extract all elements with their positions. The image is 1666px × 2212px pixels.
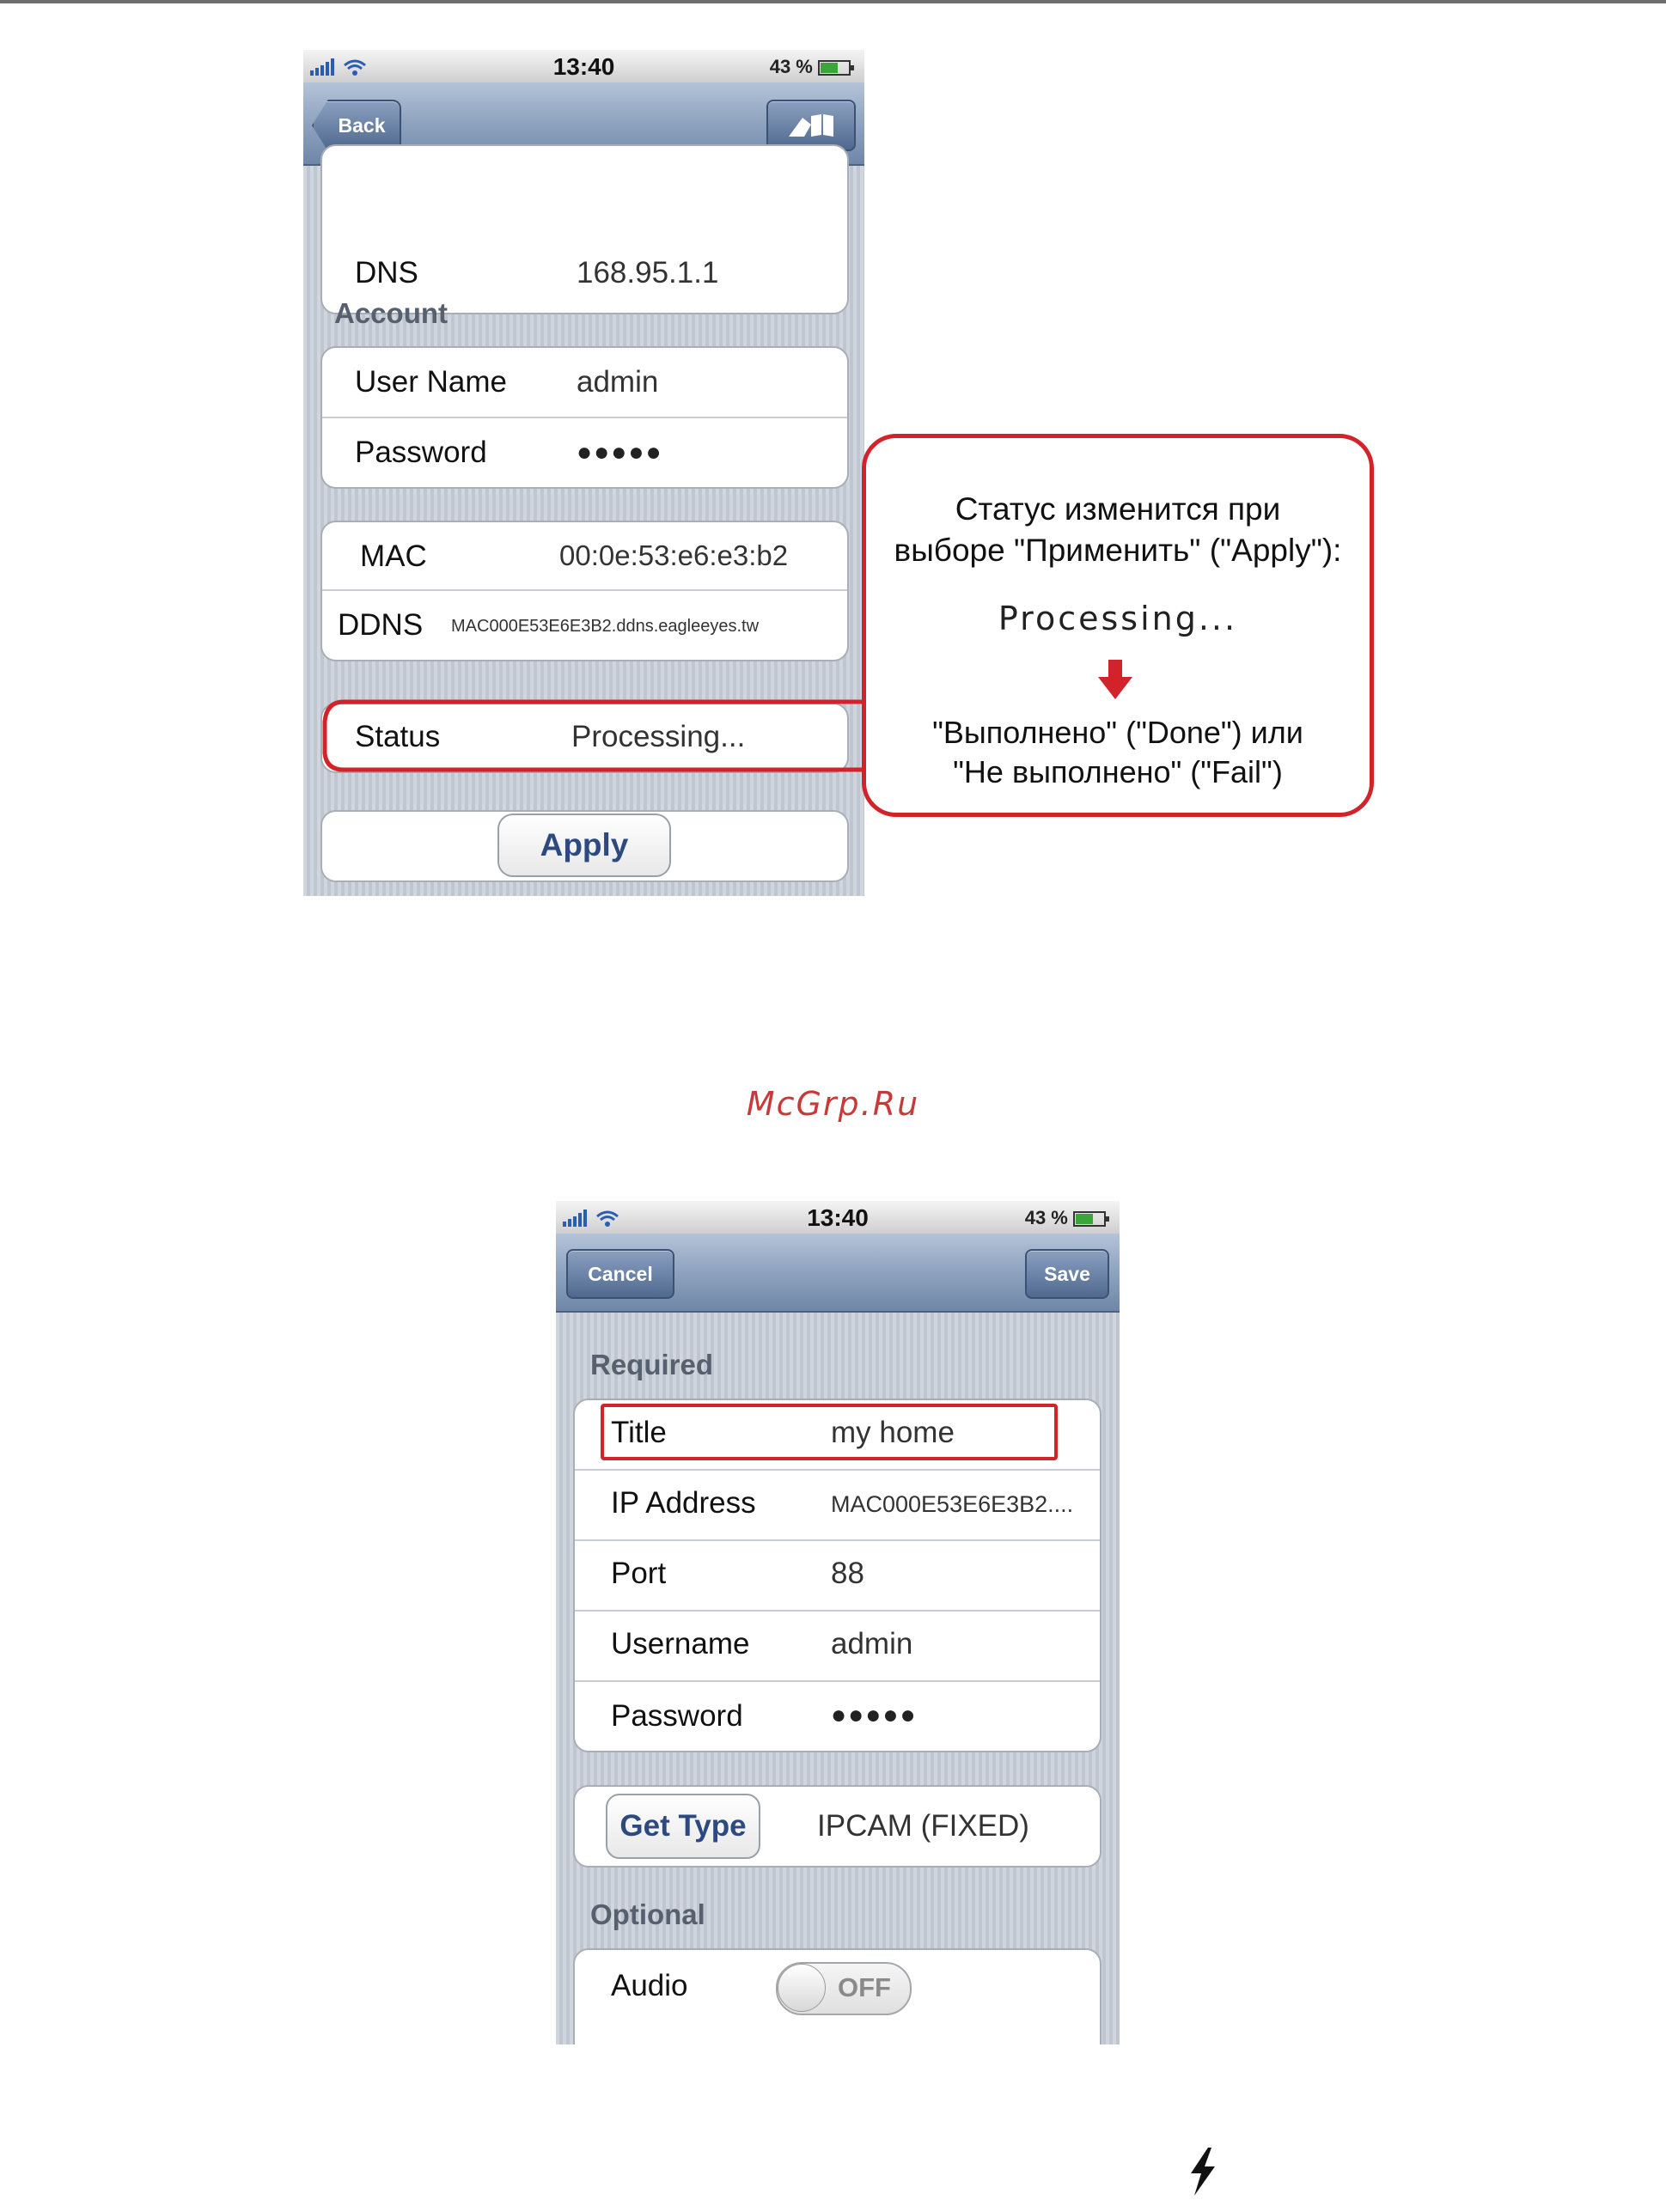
optional-header: Optional	[590, 1898, 705, 1930]
ddns-label: DDNS	[338, 608, 424, 642]
type-value: IPCAM (FIXED)	[817, 1809, 1029, 1843]
ip-address-row[interactable]: IP Address MAC000E53E6E3B2....	[575, 1471, 1100, 1541]
battery-indicator: 43 %	[770, 56, 856, 78]
status-callout: Статус изменится при выборе "Применить" …	[862, 434, 1374, 817]
toggle-knob	[778, 1964, 826, 2012]
dns-value: 168.95.1.1	[577, 256, 719, 289]
dns-label: DNS	[355, 256, 418, 289]
callout-line-3: "Выполнено" ("Done") или	[932, 715, 1303, 750]
battery-percent: 43 %	[1024, 1207, 1068, 1228]
account-header: Account	[334, 297, 448, 329]
apply-group: Apply	[320, 810, 849, 882]
username-value: admin	[831, 1627, 913, 1661]
save-button[interactable]: Save	[1025, 1249, 1109, 1299]
nav-bar-2: Cancel Save	[556, 1234, 1120, 1313]
callout-line-2: выборе "Применить" ("Apply"):	[894, 533, 1342, 568]
port-label: Port	[611, 1557, 667, 1590]
down-arrow-icon	[1098, 660, 1132, 699]
network-group: DNS 168.95.1.1	[320, 144, 849, 314]
get-type-button[interactable]: Get Type	[606, 1794, 760, 1859]
username-value: admin	[577, 365, 659, 399]
audio-label: Audio	[611, 1969, 688, 2002]
optional-group: Audio OFF	[573, 1948, 1102, 2044]
password-row[interactable]: Password ●●●●●	[322, 418, 847, 487]
audio-row: Audio OFF	[575, 1950, 1100, 2026]
account-group: User Name admin Password ●●●●●	[320, 346, 849, 489]
battery-icon	[1073, 1211, 1109, 1228]
bookmarks-button[interactable]	[766, 100, 856, 151]
mac-label: MAC	[360, 539, 427, 573]
phone-screenshot-2: 13:40 43 % Cancel Save Required Title my…	[556, 1201, 1120, 2044]
top-rule	[0, 0, 1666, 3]
type-group: Get Type IPCAM (FIXED)	[573, 1785, 1102, 1868]
ip-address-value: MAC000E53E6E3B2....	[831, 1491, 1074, 1517]
audio-toggle[interactable]: OFF	[776, 1962, 912, 2015]
mac-value: 00:0e:53:e6:e3:b2	[559, 539, 789, 571]
password-row[interactable]: Password ●●●●●	[575, 1682, 1100, 1751]
title-highlight-box	[601, 1404, 1058, 1460]
password-value: ●●●●●	[577, 438, 663, 466]
password-value: ●●●●●	[831, 1701, 918, 1729]
status-bar-2: 13:40 43 %	[556, 1201, 1120, 1234]
back-button[interactable]: Back	[312, 100, 401, 151]
port-value: 88	[831, 1557, 864, 1590]
status-bar: 13:40 43 %	[303, 50, 864, 82]
battery-indicator: 43 %	[1025, 1207, 1111, 1229]
callout-line-1: Статус изменится при	[955, 491, 1281, 527]
watermark: McGrp.Ru	[746, 1085, 920, 1123]
ddns-value: MAC000E53E6E3B2.ddns.eagleeyes.tw	[451, 617, 760, 636]
book-icon	[789, 114, 833, 137]
ddns-row: DDNS MAC000E53E6E3B2.ddns.eagleeyes.tw	[322, 591, 847, 660]
password-label: Password	[355, 436, 487, 469]
required-header: Required	[590, 1349, 714, 1380]
ip-address-label: IP Address	[611, 1486, 756, 1520]
callout-line-4: "Не выполнено" ("Fail")	[953, 754, 1283, 789]
username-label: User Name	[355, 365, 507, 399]
port-row[interactable]: Port 88	[575, 1541, 1100, 1612]
cancel-button[interactable]: Cancel	[566, 1249, 674, 1299]
callout-processing: Processing...	[998, 600, 1238, 637]
lightning-icon	[1191, 2148, 1215, 2196]
password-label: Password	[611, 1699, 743, 1733]
battery-percent: 43 %	[769, 56, 813, 77]
audio-toggle-state: OFF	[838, 1972, 891, 2002]
battery-icon	[818, 60, 854, 76]
username-label: Username	[611, 1627, 750, 1661]
username-row[interactable]: Username admin	[575, 1612, 1100, 1682]
apply-button[interactable]: Apply	[497, 814, 671, 877]
username-row[interactable]: User Name admin	[322, 348, 847, 418]
mac-row: MAC 00:0e:53:e6:e3:b2	[322, 522, 847, 591]
status-highlight-outline	[322, 699, 864, 772]
device-info-group: MAC 00:0e:53:e6:e3:b2 DDNS MAC000E53E6E3…	[320, 521, 849, 661]
